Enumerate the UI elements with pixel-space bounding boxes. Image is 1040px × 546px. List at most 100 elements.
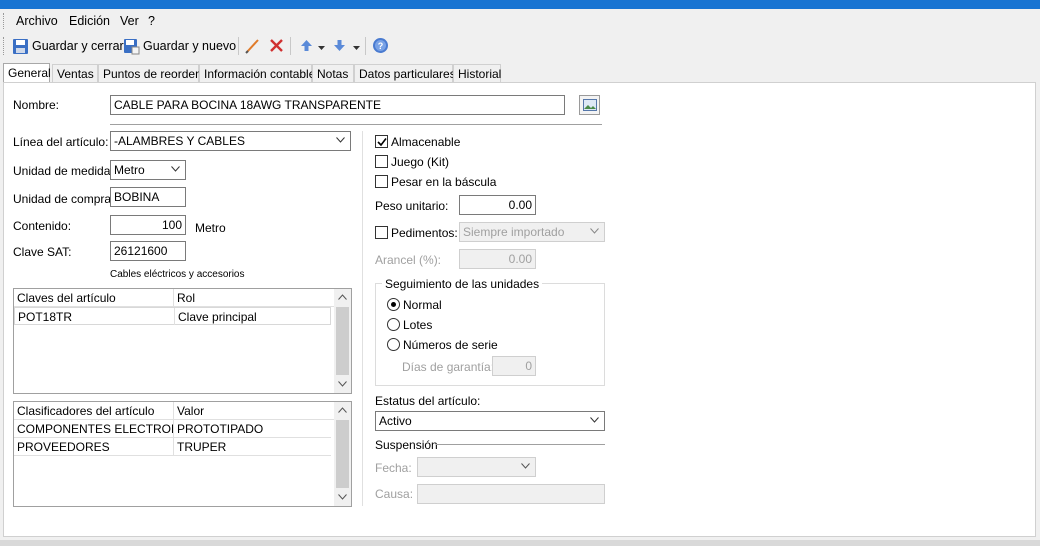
juego-checkbox[interactable]	[375, 155, 388, 168]
tab-puntos-reorden[interactable]: Puntos de reorden	[98, 64, 202, 82]
save-new-label: Guardar y nuevo	[143, 39, 237, 53]
grid-header: Clasificadores del artículo Valor	[14, 402, 335, 420]
save-close-label: Guardar y cerrar	[32, 39, 124, 53]
pedimentos-select[interactable]: Siempre importado	[459, 222, 605, 242]
chevron-down-icon[interactable]	[338, 381, 347, 387]
save-close-button[interactable]: Guardar y cerrar	[12, 36, 124, 56]
causa-field[interactable]	[417, 484, 605, 504]
estatus-value: Activo	[379, 414, 412, 428]
column-header[interactable]: Claves del artículo	[14, 289, 174, 306]
nombre-field[interactable]: CABLE PARA BOCINA 18AWG TRANSPARENTE	[110, 95, 565, 115]
chevron-up-icon[interactable]	[338, 294, 347, 300]
unidad-compra-field[interactable]: BOBINA	[110, 187, 186, 207]
clave-sat-field[interactable]: 26121600	[110, 241, 186, 261]
image-button[interactable]	[579, 95, 600, 115]
fecha-label: Fecha:	[375, 461, 412, 475]
arancel-field[interactable]: 0.00	[459, 249, 536, 269]
menu-grip	[3, 13, 5, 29]
toolbar-separator	[290, 37, 291, 55]
column-header[interactable]: Clasificadores del artículo	[14, 402, 174, 419]
unidad-medida-label: Unidad de medida:	[13, 164, 114, 178]
chevron-down-icon	[336, 137, 345, 143]
toolbar-separator	[238, 37, 239, 55]
peso-field[interactable]: 0.00	[459, 195, 536, 215]
chevron-down-icon	[171, 166, 180, 172]
pedimentos-value: Siempre importado	[463, 225, 565, 239]
scrollbar[interactable]	[334, 289, 351, 393]
fecha-select[interactable]	[417, 457, 536, 477]
arrow-down-icon[interactable]	[331, 37, 348, 54]
tab-informacion-contable[interactable]: Información contable	[199, 64, 315, 82]
chevron-down-icon	[590, 228, 599, 234]
table-cell: PROTOTIPADO	[177, 422, 264, 436]
save-new-button[interactable]: Guardar y nuevo	[123, 36, 236, 56]
chevron-down-icon[interactable]	[338, 494, 347, 500]
toolbar-grip	[3, 37, 5, 55]
claves-grid[interactable]: Claves del artículo Rol POT18TR Clave pr…	[13, 288, 352, 394]
normal-label: Normal	[403, 298, 442, 312]
table-row[interactable]: PROVEEDORES TRUPER	[14, 438, 331, 456]
scroll-thumb[interactable]	[336, 420, 349, 488]
general-panel: Nombre: CABLE PARA BOCINA 18AWG TRANSPAR…	[3, 82, 1036, 537]
contenido-field[interactable]: 100	[110, 215, 186, 235]
column-header[interactable]: Valor	[174, 402, 335, 419]
column-divider	[362, 131, 363, 506]
title-bar	[0, 0, 1040, 9]
toolbar-separator	[365, 37, 366, 55]
table-cell: POT18TR	[15, 308, 175, 325]
arancel-label: Arancel (%):	[375, 253, 442, 267]
toolbar: Guardar y cerrar Guardar y nuevo ?	[0, 33, 1040, 58]
edit-icon[interactable]	[244, 37, 261, 54]
contenido-unit: Metro	[195, 221, 226, 235]
tab-notas[interactable]: Notas	[312, 64, 354, 82]
menu-help[interactable]: ?	[148, 14, 155, 28]
scroll-thumb[interactable]	[336, 307, 349, 375]
linea-select[interactable]: -ALAMBRES Y CABLES	[110, 131, 351, 151]
linea-label: Línea del artículo:	[13, 135, 109, 149]
chevron-up-icon[interactable]	[338, 407, 347, 413]
tab-ventas[interactable]: Ventas	[52, 64, 98, 82]
tab-datos-particulares[interactable]: Datos particulares	[354, 64, 456, 82]
series-radio[interactable]	[387, 338, 400, 351]
unidad-compra-label: Unidad de compra:	[13, 192, 115, 206]
dropdown-up-icon[interactable]	[318, 40, 325, 54]
menu-edicion[interactable]: Edición	[69, 14, 110, 28]
lotes-radio[interactable]	[387, 318, 400, 331]
chevron-down-icon	[521, 463, 530, 469]
image-icon	[583, 99, 597, 111]
pedimentos-label: Pedimentos:	[391, 226, 458, 240]
estatus-select[interactable]: Activo	[375, 411, 605, 431]
divider	[110, 124, 602, 125]
help-icon[interactable]: ?	[372, 37, 389, 54]
dropdown-down-icon[interactable]	[353, 40, 360, 54]
unidad-medida-select[interactable]: Metro	[110, 160, 186, 180]
tab-general[interactable]: General	[3, 63, 51, 82]
status-bar	[0, 540, 1040, 546]
dias-garantia-label: Días de garantía:	[402, 360, 495, 374]
clave-sat-label: Clave SAT:	[13, 245, 72, 259]
scrollbar[interactable]	[334, 402, 351, 506]
column-header[interactable]: Rol	[174, 289, 335, 306]
table-cell: Clave principal	[178, 310, 257, 324]
table-cell: PROVEEDORES	[14, 438, 174, 455]
menu-archivo[interactable]: Archivo	[16, 14, 58, 28]
delete-icon[interactable]	[268, 37, 285, 54]
linea-value: -ALAMBRES Y CABLES	[114, 134, 245, 148]
table-cell: COMPONENTES ELECTRONICOS	[14, 420, 174, 437]
menu-ver[interactable]: Ver	[120, 14, 139, 28]
table-row[interactable]: COMPONENTES ELECTRONICOS PROTOTIPADO	[14, 420, 331, 438]
svg-text:?: ?	[378, 41, 384, 51]
dias-garantia-field[interactable]: 0	[492, 356, 536, 376]
grid-header: Claves del artículo Rol	[14, 289, 335, 307]
tab-historial[interactable]: Historial	[453, 64, 501, 82]
clasificadores-grid[interactable]: Clasificadores del artículo Valor COMPON…	[13, 401, 352, 507]
suspension-title: Suspensión	[375, 438, 438, 452]
juego-label: Juego (Kit)	[391, 155, 450, 169]
table-row[interactable]: POT18TR Clave principal	[14, 307, 331, 325]
almacenable-checkbox[interactable]	[375, 135, 388, 148]
pedimentos-checkbox[interactable]	[375, 226, 388, 239]
table-cell: TRUPER	[177, 440, 227, 454]
pesar-checkbox[interactable]	[375, 175, 388, 188]
normal-radio[interactable]	[387, 298, 400, 311]
arrow-up-icon[interactable]	[298, 37, 315, 54]
